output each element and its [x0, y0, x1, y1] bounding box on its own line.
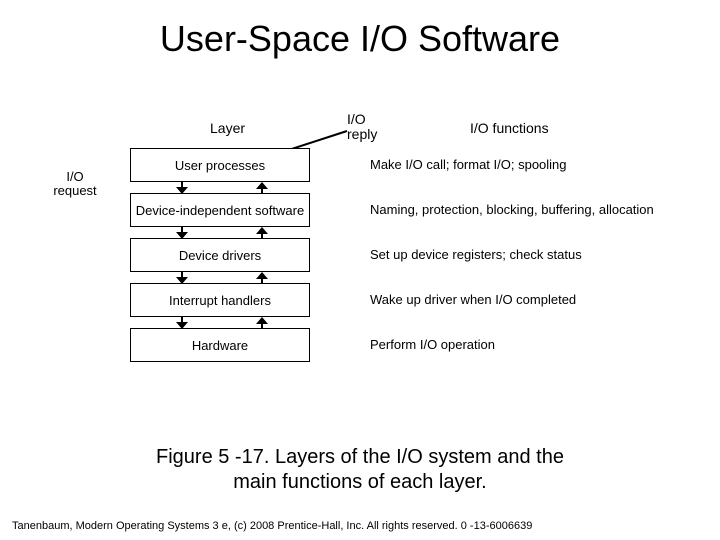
header-io-reply: I/O reply: [347, 112, 387, 143]
arrow-down-icon: [175, 272, 189, 284]
layer-func-device-independent: Naming, protection, blocking, buffering,…: [370, 202, 660, 217]
layer-func-hardware: Perform I/O operation: [370, 337, 660, 352]
arrow-down-icon: [175, 317, 189, 329]
figure-caption: Figure 5 -17. Layers of the I/O system a…: [0, 445, 720, 495]
io-request-label: I/O request: [45, 170, 105, 199]
arrow-up-icon: [255, 272, 269, 284]
arrow-down-icon: [175, 227, 189, 239]
header-layer: Layer: [210, 120, 245, 136]
arrow-up-icon: [255, 227, 269, 239]
copyright-text: Tanenbaum, Modern Operating Systems 3 e,…: [12, 520, 532, 532]
layer-func-device-drivers: Set up device registers; check status: [370, 247, 660, 262]
layer-box-device-independent: Device-independent software: [130, 193, 310, 227]
arrow-down-icon: [175, 182, 189, 194]
page-title: User-Space I/O Software: [0, 18, 720, 60]
caption-line-2: main functions of each layer.: [233, 471, 486, 493]
layer-box-user-processes: User processes: [130, 148, 310, 182]
layer-box-interrupt-handlers: Interrupt handlers: [130, 283, 310, 317]
io-layers-diagram: Layer I/O reply I/O functions I/O reques…: [60, 120, 660, 420]
layer-func-user-processes: Make I/O call; format I/O; spooling: [370, 157, 660, 172]
arrow-up-icon: [255, 317, 269, 329]
layer-box-hardware: Hardware: [130, 328, 310, 362]
header-io-functions: I/O functions: [470, 120, 549, 136]
layer-func-interrupt-handlers: Wake up driver when I/O completed: [370, 292, 660, 307]
layer-box-device-drivers: Device drivers: [130, 238, 310, 272]
arrow-up-icon: [255, 182, 269, 194]
caption-line-1: Figure 5 -17. Layers of the I/O system a…: [156, 446, 564, 468]
